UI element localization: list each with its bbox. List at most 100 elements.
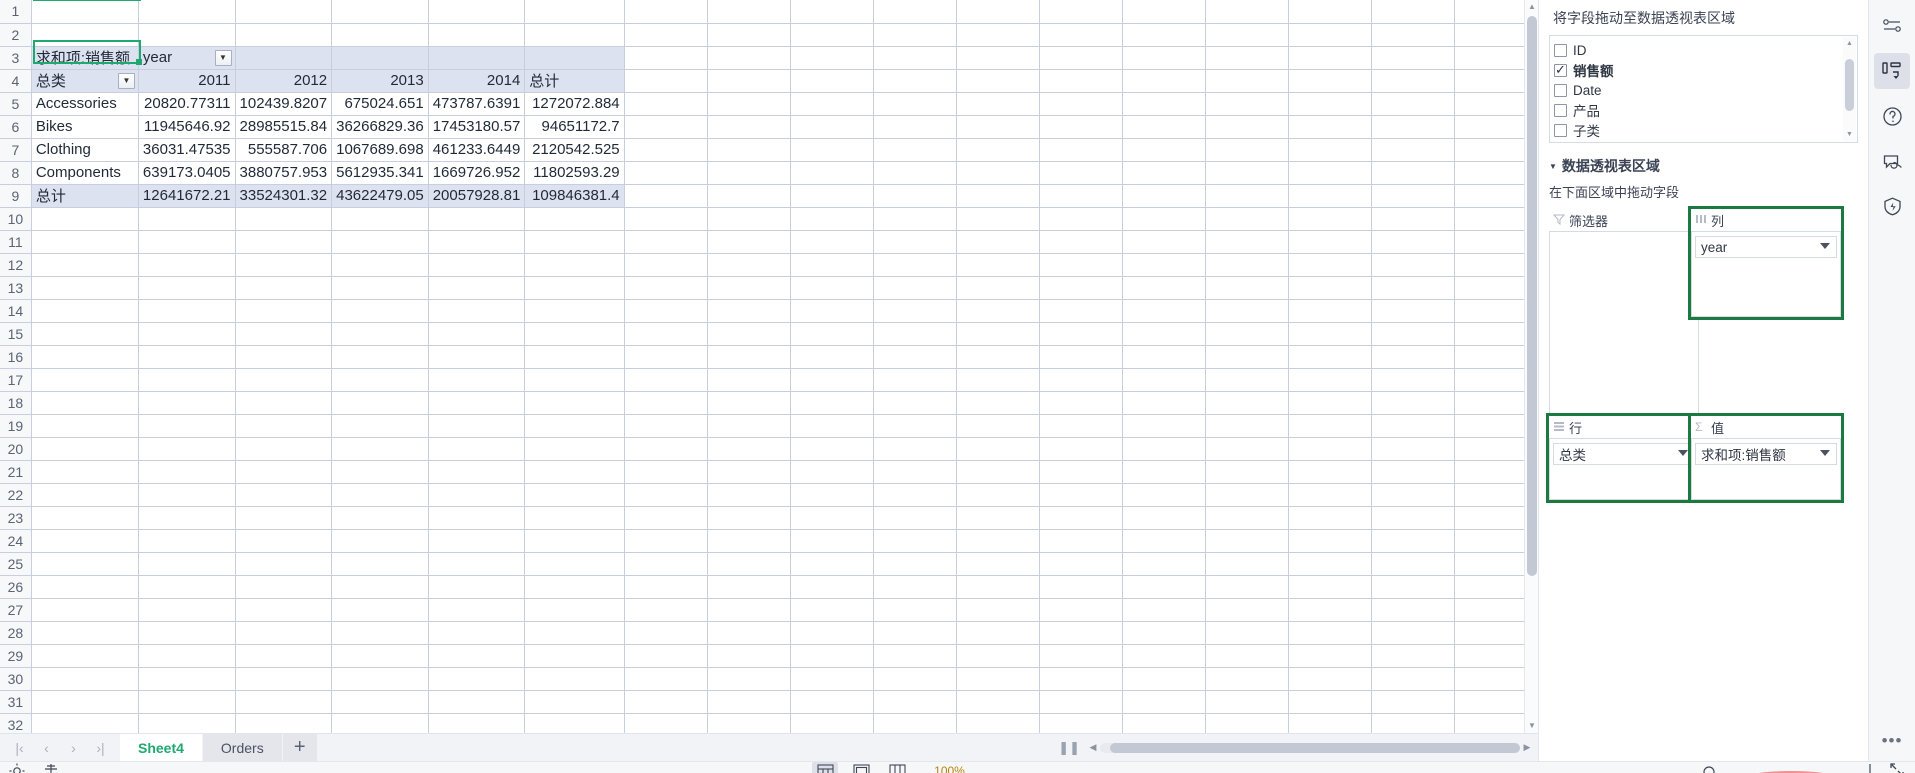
grid-cell[interactable] (524, 667, 625, 691)
scroll-down-icon[interactable]: ▼ (1525, 719, 1538, 733)
grid-cell[interactable] (1205, 483, 1289, 507)
grid-cell[interactable] (138, 299, 236, 323)
normal-view-icon[interactable] (812, 762, 839, 773)
grid-cell[interactable] (1371, 414, 1455, 438)
grid-cell[interactable] (235, 230, 333, 254)
grid-cell[interactable] (1122, 184, 1206, 208)
grid-cell[interactable] (1122, 0, 1206, 24)
grid-cell[interactable] (1039, 414, 1123, 438)
grid-cell[interactable] (790, 207, 874, 231)
grid-cell[interactable] (790, 575, 874, 599)
grid-cell[interactable] (873, 690, 957, 714)
spreadsheet-grid[interactable]: 1 2 3 求和项:销售额 year ▼ 4 总类 ▼ 2011 2012 2013 2014 总计 5 Ac… (0, 0, 1538, 733)
grid-cell[interactable] (790, 690, 874, 714)
grid-cell[interactable] (331, 598, 429, 622)
grid-cell[interactable] (956, 437, 1040, 461)
grid-cell[interactable] (790, 391, 874, 415)
grid-cell[interactable] (1205, 621, 1289, 645)
grid-cell[interactable] (956, 299, 1040, 323)
grid-cell[interactable] (790, 276, 874, 300)
grid-cell[interactable] (1122, 138, 1206, 162)
grid-cell[interactable] (428, 230, 526, 254)
grid-cell[interactable] (707, 368, 791, 392)
grid-cell[interactable] (873, 391, 957, 415)
row-header[interactable]: 15 (0, 322, 32, 346)
grid-cell[interactable] (428, 690, 526, 714)
grid-cell[interactable] (1122, 161, 1206, 185)
grid-cell[interactable] (524, 276, 625, 300)
pivot-row-label[interactable]: Bikes (31, 115, 139, 139)
row-header[interactable]: 1 (0, 0, 32, 24)
grid-cell[interactable] (235, 207, 333, 231)
row-header[interactable]: 9 (0, 184, 32, 208)
grid-cell[interactable] (1288, 598, 1372, 622)
grid-cell[interactable] (331, 276, 429, 300)
pivot-column-header-2014[interactable]: 2014 (428, 69, 526, 93)
grid-cell[interactable] (956, 644, 1040, 668)
grid-cell[interactable] (1039, 391, 1123, 415)
grid-cell[interactable] (1205, 529, 1289, 553)
zoom-level[interactable]: 100% (934, 764, 965, 773)
grid-cell[interactable] (1039, 299, 1123, 323)
row-header[interactable]: 20 (0, 437, 32, 461)
pivot-row-label[interactable]: Clothing (31, 138, 139, 162)
grid-cell[interactable] (1205, 322, 1289, 346)
grid-cell[interactable] (31, 575, 139, 599)
grid-cell[interactable] (235, 253, 333, 277)
grid-cell[interactable] (1288, 460, 1372, 484)
scroll-thumb[interactable] (1527, 16, 1537, 576)
grid-cell[interactable] (873, 0, 957, 24)
zone-columns[interactable]: 列 year (1688, 206, 1844, 320)
grid-cell[interactable] (707, 437, 791, 461)
grid-cell[interactable] (707, 391, 791, 415)
grid-cell[interactable] (1122, 230, 1206, 254)
grid-cell[interactable] (956, 253, 1040, 277)
grid-cell[interactable] (956, 184, 1040, 208)
pivot-row-total-cell[interactable]: 11802593.29 (524, 161, 625, 185)
grid-cell[interactable] (707, 299, 791, 323)
grid-cell[interactable] (790, 138, 874, 162)
grid-cell[interactable] (873, 437, 957, 461)
grid-cell[interactable] (707, 46, 791, 70)
grid-cell[interactable] (956, 276, 1040, 300)
grid-cell[interactable] (1288, 575, 1372, 599)
grid-cell[interactable] (235, 23, 333, 47)
grid-cell[interactable] (624, 92, 708, 116)
grid-cell[interactable] (1122, 345, 1206, 369)
grid-cell[interactable] (624, 529, 708, 553)
hscroll-track[interactable] (1100, 742, 1520, 753)
grid-cell[interactable] (624, 667, 708, 691)
grid-cell[interactable] (707, 0, 791, 24)
pivot-data-cell[interactable]: 5612935.341 (331, 161, 429, 185)
grid-cell[interactable] (1205, 345, 1289, 369)
grid-cell[interactable] (956, 161, 1040, 185)
grid-cell[interactable] (138, 368, 236, 392)
pivot-data-cell[interactable]: 3880757.953 (235, 161, 333, 185)
grid-cell[interactable] (1122, 92, 1206, 116)
scroll-right-icon[interactable]: ▶ (1520, 742, 1534, 753)
grid-cell[interactable] (1039, 207, 1123, 231)
row-header[interactable]: 31 (0, 690, 32, 714)
row-header[interactable]: 26 (0, 575, 32, 599)
horizontal-scrollbar[interactable]: ❚❚ ◀ ▶ (1052, 734, 1538, 762)
add-sheet-icon[interactable]: + (282, 733, 317, 762)
sheet-tab-orders[interactable]: Orders (202, 733, 283, 762)
grid-cell[interactable] (1122, 552, 1206, 576)
grid-cell[interactable] (138, 575, 236, 599)
grid-cell[interactable] (624, 506, 708, 530)
grid-cell[interactable] (790, 368, 874, 392)
grid-cell[interactable] (331, 253, 429, 277)
grid-cell[interactable] (624, 184, 708, 208)
grid-cell[interactable] (1205, 299, 1289, 323)
grid-cell[interactable] (956, 552, 1040, 576)
grid-cell[interactable] (524, 483, 625, 507)
grid-cell[interactable] (1288, 23, 1372, 47)
grid-cell[interactable] (1205, 460, 1289, 484)
grid-cell[interactable] (624, 690, 708, 714)
grid-cell[interactable] (1122, 598, 1206, 622)
grid-cell[interactable] (624, 0, 708, 24)
grid-cell[interactable] (1122, 621, 1206, 645)
grid-cell[interactable] (790, 230, 874, 254)
grid-cell[interactable] (873, 667, 957, 691)
grid-cell[interactable] (331, 414, 429, 438)
